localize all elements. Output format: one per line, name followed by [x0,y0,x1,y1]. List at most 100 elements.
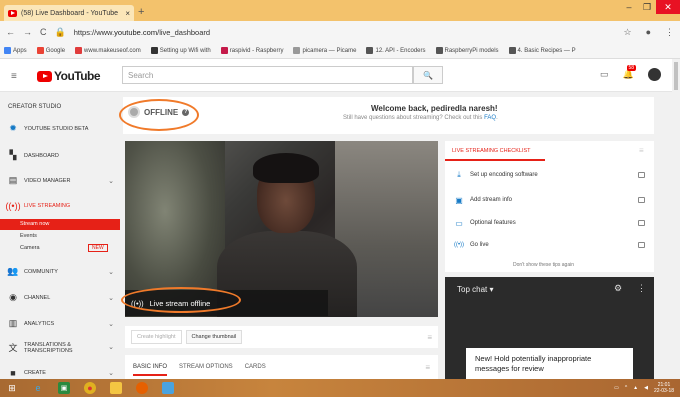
avatar[interactable] [647,68,661,81]
store-icon[interactable]: ▣ [58,382,70,394]
checkbox-icon[interactable] [638,197,645,203]
sidebar-sub-stream-now[interactable]: Stream now [0,219,120,230]
ie-icon[interactable]: e [32,382,44,394]
menu-icon[interactable]: ≡ [639,146,644,155]
live-icon: ((•)) [5,200,21,211]
chevron-down-icon: ⌄ [108,294,114,302]
chevron-down-icon: ⌄ [108,320,114,328]
bookmark-item[interactable]: raspivid - Raspberry [220,46,283,54]
tray-arrow-icon[interactable]: ^ [625,385,627,391]
sidebar-sub-camera[interactable]: Camera [20,245,40,251]
offline-highlight-ring [119,99,199,131]
new-tab-button[interactable]: + [138,6,144,18]
bookmark-item[interactable]: picamera — Picame [293,46,356,54]
reload-icon[interactable]: C [40,27,47,37]
chevron-down-icon: ⌄ [108,369,114,377]
bookmark-item[interactable]: Apps [4,46,27,54]
back-icon[interactable]: ← [6,27,15,37]
minimize-icon[interactable]: – [620,0,638,14]
create-highlight-button[interactable]: Create highlight [131,330,182,344]
checklist-item-stream-info[interactable]: ▣ Add stream info [455,195,645,205]
sidebar-item-analytics[interactable]: ▥ ANALYTICS ⌄ [8,318,114,328]
welcome-title: Welcome back, pediredla naresh! [371,104,498,113]
gear-icon[interactable]: ⚙ [614,283,622,294]
dashboard-icon: ▚ [9,150,17,160]
bookmark-item[interactable]: RaspberryPi models [435,46,499,54]
keyboard-icon[interactable]: ▭ [614,385,619,391]
clock[interactable]: 21:01 22-03-18 [654,382,674,394]
file-explorer-icon[interactable] [110,382,122,394]
bookmark-item[interactable]: Setting up Wifi with [150,46,211,54]
checkbox-icon[interactable] [638,220,645,226]
checklist-item-optional[interactable]: ▭ Optional features [455,219,645,228]
windows-taskbar: ⊞ e ▣ ● ▭ ^ ▲ ◀ 21:01 22-03-18 [0,379,680,397]
dont-show-tips-link[interactable]: Don't show these tips again [513,262,574,268]
tab-stream-options[interactable]: STREAM OPTIONS [179,364,233,370]
community-icon: 👥 [7,266,19,276]
browser-tab[interactable]: (58) Live Dashboard - YouTube × [4,5,134,21]
search-button[interactable]: 🔍 [413,66,443,84]
photos-icon[interactable] [162,382,174,394]
checklist-item-go-live[interactable]: ((•)) Go live [454,241,645,249]
bookmark-item[interactable]: 4. Basic Recipes — P [508,46,576,54]
chevron-down-icon: ⌄ [108,177,114,185]
chat-filter-dropdown[interactable]: Top chat ▾ [457,285,493,294]
windows-start-icon[interactable]: ⊞ [6,382,18,394]
sidebar-item-channel[interactable]: ◉ CHANNEL ⌄ [8,292,114,302]
checklist-item-encoding[interactable]: ⤓ Set up encoding software [455,170,645,179]
hamburger-menu-icon[interactable]: ≡ [11,71,17,82]
chevron-down-icon: ⌄ [108,344,114,351]
bookmark-item[interactable]: Google [36,46,65,54]
sidebar-item-video-manager[interactable]: ▤ VIDEO MANAGER ⌄ [8,175,114,185]
change-thumbnail-button[interactable]: Change thumbnail [185,330,243,344]
bookmark-item[interactable]: www.makeuseof.com [75,46,141,54]
chevron-down-icon: ⌄ [108,268,114,276]
analytics-icon: ▥ [8,318,18,328]
chrome-icon[interactable]: ● [84,382,96,394]
tab-cards[interactable]: CARDS [245,364,266,370]
youtube-logo[interactable]: YouTube [37,69,101,83]
firefox-icon[interactable] [136,382,148,394]
notification-badge: 58 [626,65,637,71]
tab-basic-info[interactable]: BASIC INFO [133,364,168,376]
bookmark-item[interactable]: 12. API - Encoders [366,46,426,54]
sidebar-item-community[interactable]: 👥 COMMUNITY ⌄ [7,266,114,276]
new-badge: NEW [88,244,108,252]
more-vert-icon[interactable]: ⋮ [637,283,646,294]
info-tabs: BASIC INFO STREAM OPTIONS CARDS ≡ [125,355,438,379]
notifications-icon[interactable]: 🔔 58 [623,65,637,80]
browser-menu-icon[interactable]: ⋮ [665,27,674,38]
tab-close-button[interactable]: × [125,9,130,18]
volume-icon[interactable]: ◀ [644,385,648,391]
url-field[interactable]: https://www.youtube.com/live_dashboard [74,28,210,37]
checklist-title[interactable]: LIVE STREAMING CHECKLIST [452,148,531,154]
upload-video-icon[interactable]: ▭ [600,69,609,80]
sidebar-sub-events[interactable]: Events [20,233,37,239]
sidebar-item-studio-beta[interactable]: ✹ YOUTUBE STUDIO BETA [8,123,114,133]
sidebar-item-dashboard[interactable]: ▚ DASHBOARD [8,150,114,160]
info-card-icon: ▣ [455,195,463,205]
menu-icon[interactable]: ≡ [425,363,430,372]
restore-icon[interactable]: ❐ [638,0,656,14]
bookmark-star-icon[interactable]: ☆ [623,27,631,38]
page-scrollbar[interactable] [672,59,680,379]
chat-tip-card: New! Hold potentially inappropriate mess… [466,348,633,379]
checkbox-icon[interactable] [638,172,645,178]
close-window-icon[interactable]: ✕ [656,0,680,14]
youtube-play-icon [37,70,52,82]
create-icon: ■ [10,367,16,378]
video-controls: Create highlight Change thumbnail ≡ [125,326,438,348]
extension-icon[interactable]: ● [646,27,651,37]
sidebar [0,92,120,379]
sidebar-item-live-streaming[interactable]: ((•)) LIVE STREAMING [5,200,114,211]
sidebar-item-create[interactable]: ■ CREATE ⌄ [8,367,114,378]
scrollbar-thumb[interactable] [674,62,678,90]
faq-link[interactable]: FAQ [484,115,496,121]
menu-icon[interactable]: ≡ [427,333,432,342]
network-icon[interactable]: ▲ [633,385,638,391]
search-input[interactable]: Search [122,66,413,84]
stream-offline-highlight-ring [121,287,241,313]
forward-icon[interactable]: → [23,27,32,37]
sidebar-item-translations[interactable]: 文 TRANSLATIONS & TRANSCRIPTIONS ⌄ [8,342,114,354]
checkbox-icon[interactable] [638,242,645,248]
